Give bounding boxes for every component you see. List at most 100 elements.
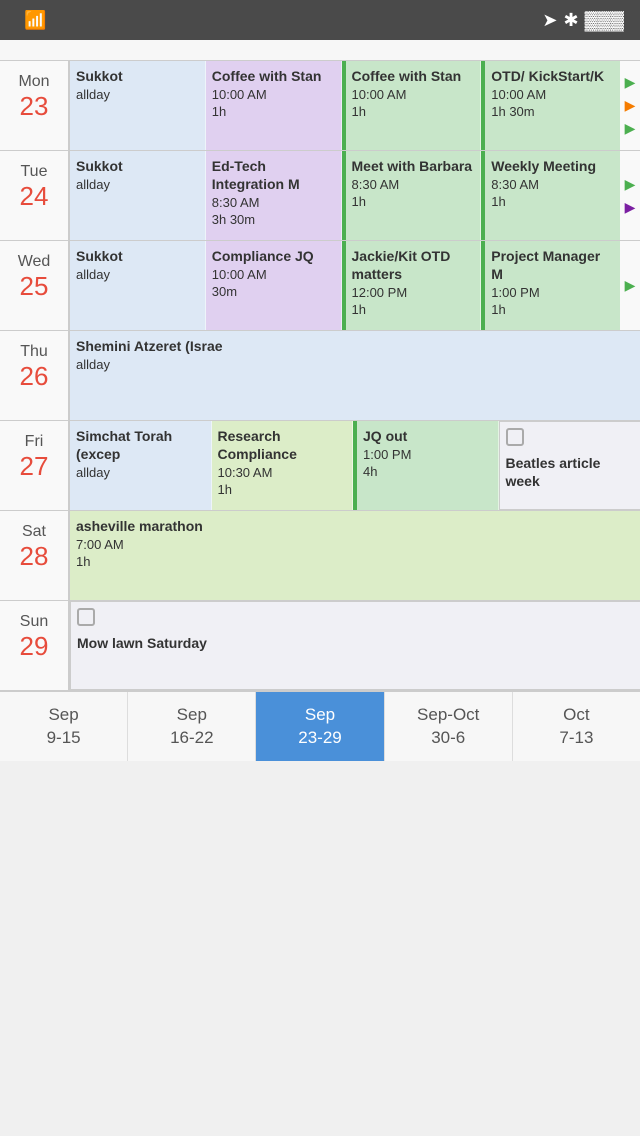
event-time: 10:00 AM 1h [352,87,475,121]
event-checkbox[interactable] [77,608,95,626]
day-events: Shemini Atzeret (Israe allday [70,331,640,420]
day-row-sun: Sun29 Mow lawn Saturday [0,601,640,691]
day-events: Mow lawn Saturday [70,601,640,690]
event-card[interactable]: Mow lawn Saturday [70,601,640,690]
event-title: Research Compliance [218,427,347,463]
event-card[interactable]: Research Compliance10:30 AM 1h [212,421,354,510]
event-time: 10:00 AM 1h [212,87,335,121]
event-time: 8:30 AM 1h [491,177,614,211]
event-title: Jackie/Kit OTD matters [352,247,475,283]
event-card[interactable]: Project Manager M1:00 PM 1h [481,241,620,330]
event-title: Mow lawn Saturday [77,634,634,652]
event-card[interactable]: Ed-Tech Integration M8:30 AM 3h 30m [206,151,342,240]
wifi-icon: 📶 [24,10,46,31]
day-name: Wed [18,253,51,271]
chevron-column: ▶▶ [620,151,640,240]
event-time: 10:00 AM 30m [212,267,335,301]
event-title: Compliance JQ [212,247,335,265]
day-label-mon: Mon23 [0,61,70,150]
event-title: OTD/ KickStart/K [491,67,614,85]
day-name: Sat [22,523,46,541]
event-title: Weekly Meeting [491,157,614,175]
day-row-thu: Thu26 Shemini Atzeret (Israe allday [0,331,640,421]
day-label-sun: Sun29 [0,601,70,690]
day-label-thu: Thu26 [0,331,70,420]
event-card[interactable]: Weekly Meeting 8:30 AM 1h [481,151,620,240]
event-card[interactable]: OTD/ KickStart/K 10:00 AM 1h 30m [481,61,620,150]
event-title: Shemini Atzeret (Israe [76,337,634,355]
event-time: allday [76,177,199,194]
event-card[interactable]: Jackie/Kit OTD matters12:00 PM 1h [342,241,482,330]
day-events: asheville marathon7:00 AM 1h [70,511,640,600]
event-card[interactable]: JQ out1:00 PM 4h [353,421,499,510]
day-events: SukkotalldayEd-Tech Integration M8:30 AM… [70,151,620,240]
chevron-icon: ▶ [625,120,636,137]
nav-week-1[interactable]: Sep 16-22 [128,692,256,761]
event-card[interactable]: Compliance JQ 10:00 AM 30m [206,241,342,330]
event-card[interactable]: Sukkotallday [70,61,206,150]
nav-week-2[interactable]: Sep 23-29 [256,692,384,761]
day-name: Tue [21,163,48,181]
event-title: Coffee with Stan [352,67,475,85]
day-row-mon: Mon23SukkotalldayCoffee with Stan10:00 A… [0,61,640,151]
day-label-tue: Tue24 [0,151,70,240]
event-title: Coffee with Stan [212,67,335,85]
chevron-icon: ▶ [625,176,636,193]
event-card[interactable]: Coffee with Stan 10:00 AM 1h [342,61,482,150]
event-card[interactable]: Simchat Torah (excep allday [70,421,212,510]
day-events: Simchat Torah (excep allday Research Compl… [70,421,640,510]
event-title: Ed-Tech Integration M [212,157,335,193]
calendar-header [0,40,640,61]
day-row-tue: Tue24SukkotalldayEd-Tech Integration M8:… [0,151,640,241]
bluetooth-icon: ✱ [564,10,579,31]
event-time: 1:00 PM 1h [491,285,614,319]
event-title: Project Manager M [491,247,614,283]
event-card[interactable]: Beatles article week [499,421,640,510]
battery-icon: ▓▓▓ [585,10,624,31]
day-number: 23 [20,91,49,122]
event-time: 7:00 AM 1h [76,537,634,571]
chevron-icon: ▶ [625,277,636,294]
location-icon: ➤ [542,10,557,31]
day-row-sat: Sat28asheville marathon7:00 AM 1h [0,511,640,601]
event-time: 10:00 AM 1h 30m [491,87,614,121]
event-time: 10:30 AM 1h [218,465,347,499]
event-title: Sukkot [76,67,199,85]
event-card[interactable]: Coffee with Stan 10:00 AM 1h [206,61,342,150]
event-title: Simchat Torah (excep [76,427,205,463]
day-events: SukkotalldayCompliance JQ10:00 AM 30mJac… [70,241,620,330]
nav-week-3[interactable]: Sep-Oct 30-6 [385,692,513,761]
event-card[interactable]: asheville marathon7:00 AM 1h [70,511,640,600]
chevron-icon: ▶ [625,97,636,114]
nav-week-0[interactable]: Sep 9-15 [0,692,128,761]
event-checkbox[interactable] [506,428,524,446]
day-row-fri: Fri27 Simchat Torah (excep allday Research … [0,421,640,511]
event-time: 12:00 PM 1h [352,285,475,319]
chevron-column: ▶ [620,241,640,330]
event-time: allday [76,267,199,284]
day-name: Fri [25,433,44,451]
day-name: Mon [18,73,49,91]
chevron-icon: ▶ [625,74,636,91]
day-number: 27 [20,451,49,482]
event-time: 1:00 PM 4h [363,447,492,481]
event-card[interactable]: Shemini Atzeret (Israe allday [70,331,640,420]
chevron-column: ▶ ▶ ▶ [620,61,640,150]
day-row-wed: Wed25 Sukkot allday Compliance JQ 10:00 AM 3… [0,241,640,331]
event-time: allday [76,357,634,374]
day-number: 24 [20,181,49,212]
day-name: Thu [20,343,48,361]
calendar-grid: Mon23 Sukkot allday Coffee with Stan 10:00 A… [0,61,640,691]
day-label-wed: Wed25 [0,241,70,330]
chevron-icon: ▶ [625,199,636,216]
event-card[interactable]: Meet with Barbara8:30 AM 1h [342,151,482,240]
event-card[interactable]: Sukkotallday [70,151,206,240]
day-name: Sun [20,613,48,631]
event-title: Sukkot [76,247,199,265]
day-number: 25 [20,271,49,302]
bottom-nav: Sep 9-15Sep 16-22Sep 23-29Sep-Oct 30-6Oc… [0,691,640,761]
event-time: allday [76,465,205,482]
day-number: 29 [20,631,49,662]
event-card[interactable]: Sukkot allday [70,241,206,330]
nav-week-4[interactable]: Oct 7-13 [513,692,640,761]
